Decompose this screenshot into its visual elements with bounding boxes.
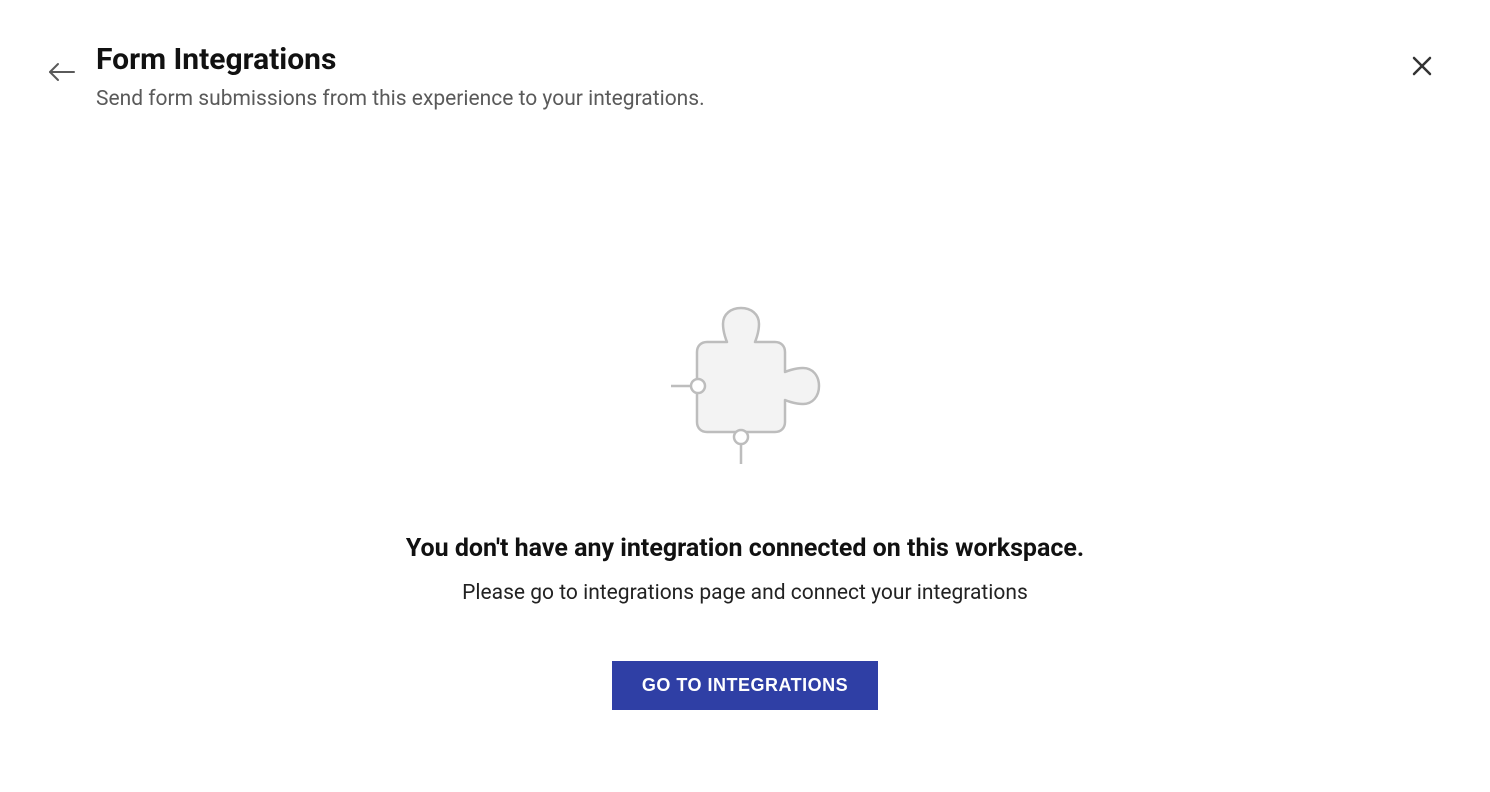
- empty-state-heading: You don't have any integration connected…: [406, 534, 1084, 563]
- arrow-left-icon: [48, 70, 76, 85]
- close-button[interactable]: [1404, 48, 1440, 87]
- page-subtitle: Send form submissions from this experien…: [96, 87, 1404, 111]
- close-icon: [1410, 66, 1434, 81]
- back-button[interactable]: [44, 58, 80, 89]
- empty-state: You don't have any integration connected…: [0, 300, 1490, 710]
- puzzle-piece-icon: [665, 300, 825, 474]
- page-title: Form Integrations: [96, 40, 1404, 79]
- page-header: Form Integrations Send form submissions …: [0, 0, 1490, 111]
- go-to-integrations-button[interactable]: GO TO INTEGRATIONS: [612, 661, 878, 710]
- header-text-block: Form Integrations Send form submissions …: [96, 40, 1404, 111]
- empty-state-subtext: Please go to integrations page and conne…: [462, 581, 1028, 605]
